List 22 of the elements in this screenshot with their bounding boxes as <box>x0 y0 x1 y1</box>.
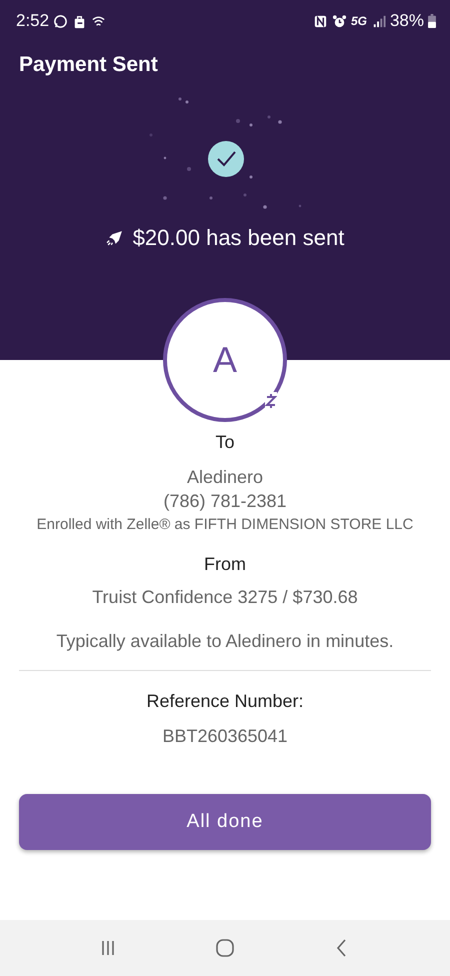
source-account: Truist Confidence 3275 / $730.68 <box>92 586 358 609</box>
nfc-icon <box>312 14 328 28</box>
sent-message: $20.00 has been sent <box>132 225 344 251</box>
enrollment-note: Enrolled with Zelle® as FIFTH DIMENSION STORE LLC <box>36 516 414 533</box>
network-type: 5G <box>350 14 367 28</box>
battery-percent: 38% <box>390 11 424 31</box>
done-button[interactable]: All done <box>19 794 431 850</box>
to-label: To <box>215 432 234 453</box>
rocket-icon <box>106 230 123 246</box>
chat-icon <box>53 14 68 28</box>
wifi-icon <box>91 14 106 28</box>
recipient-phone: (786) 781-2381 <box>163 490 287 513</box>
from-label: From <box>204 554 246 575</box>
page-title: Payment Sent <box>19 53 159 77</box>
reference-label: Reference Number: <box>146 691 304 712</box>
status-time: 2:52 <box>16 11 50 31</box>
availability-note: Typically available to Aledinero in minutes. <box>56 630 394 653</box>
battery-icon <box>428 14 436 28</box>
reference-number: BBT260365041 <box>162 725 288 748</box>
alarm-icon <box>332 14 347 28</box>
recipient-name: Aledinero <box>186 466 264 489</box>
home-icon[interactable] <box>214 938 235 958</box>
